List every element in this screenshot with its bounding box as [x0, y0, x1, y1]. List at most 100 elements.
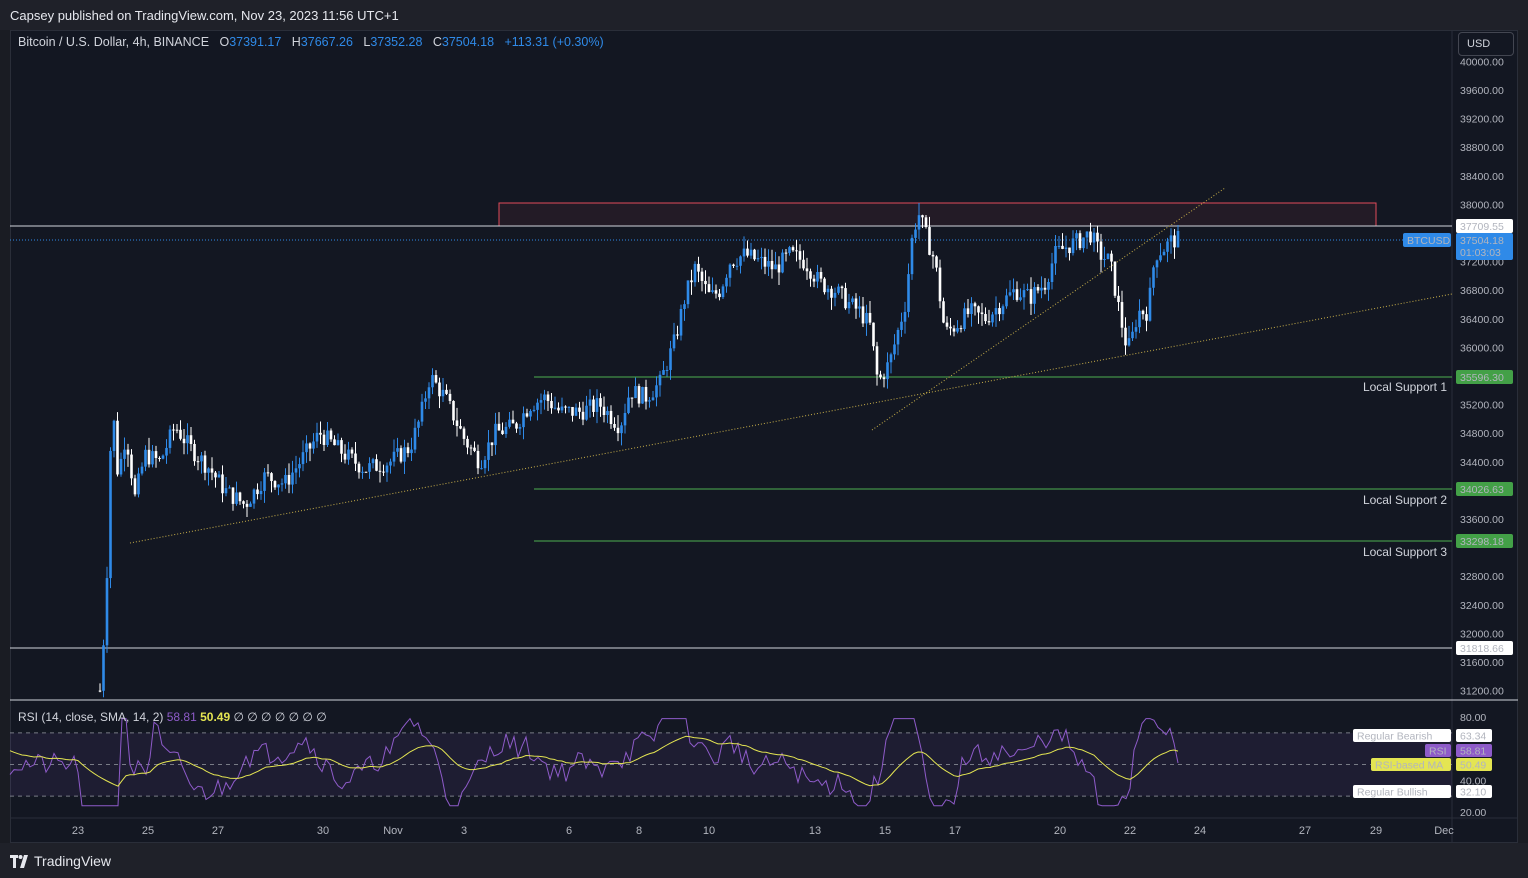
countdown: 01:03:03: [1460, 247, 1501, 259]
candle-body: [700, 271, 704, 281]
candle-body: [151, 451, 154, 465]
candle-body: [973, 303, 977, 307]
candle-body: [634, 386, 637, 399]
candle-body: [336, 440, 340, 446]
candle-body: [1026, 289, 1029, 291]
candle-body: [896, 329, 900, 345]
candle-body: [900, 321, 903, 330]
candle-body: [319, 432, 322, 435]
candle-body: [469, 447, 473, 449]
price-tick-label: 33600.00: [1460, 514, 1504, 526]
candle-body: [504, 426, 508, 435]
time-tick-label: 27: [1299, 825, 1311, 837]
candle-body: [1064, 247, 1068, 249]
candle-body: [571, 406, 574, 416]
candle-body: [1061, 245, 1064, 249]
candle-body: [826, 288, 830, 293]
candle-body: [214, 472, 217, 478]
candle-body: [1082, 237, 1085, 249]
candle-body: [1078, 233, 1082, 249]
price-tick-label: 34400.00: [1460, 457, 1504, 469]
candle-body: [270, 473, 273, 482]
time-tick-label: 25: [142, 825, 154, 837]
candle-body: [963, 308, 966, 330]
candle-body: [581, 411, 585, 420]
currency-button[interactable]: USD: [1458, 32, 1514, 56]
high-label: H: [291, 35, 301, 49]
candle-body: [991, 314, 994, 323]
candle-body: [938, 267, 942, 302]
candle-body: [200, 455, 203, 462]
candle-body: [658, 374, 662, 386]
candle-body: [235, 492, 238, 504]
close-label: C: [432, 35, 442, 49]
candle-body: [1117, 295, 1120, 303]
candle-body: [175, 429, 179, 431]
support2-label: Local Support 2: [1363, 493, 1447, 507]
candle-body: [767, 260, 770, 267]
candle-body: [1138, 310, 1141, 328]
candle-body: [186, 435, 189, 444]
candle-body: [550, 400, 553, 409]
candle-body: [1029, 289, 1033, 304]
candle-body: [1040, 287, 1043, 291]
candle-body: [910, 237, 914, 275]
lower_white-price: 31818.66: [1460, 643, 1504, 655]
candle-body: [921, 215, 924, 218]
candle-body: [669, 348, 672, 371]
candle-body: [259, 490, 263, 495]
candle-body: [284, 474, 287, 484]
rsi-legend-title[interactable]: RSI (14, close, SMA, 14, 2): [18, 710, 163, 724]
time-tick-label: 29: [1370, 825, 1382, 837]
tradingview-logo[interactable]: TradingView: [10, 853, 111, 869]
candle-body: [410, 449, 413, 454]
candle-body: [364, 471, 368, 473]
time-tick-label: 23: [72, 825, 84, 837]
candle-body: [424, 398, 427, 402]
candle-body: [1005, 295, 1008, 307]
candle-body: [819, 272, 823, 279]
candle-body: [1022, 290, 1026, 298]
symbol-legend[interactable]: Bitcoin / U.S. Dollar, 4h, BINANCE O3739…: [18, 35, 604, 49]
price-tick-label: 32000.00: [1460, 628, 1504, 640]
candle-body: [466, 438, 469, 448]
candle-body: [494, 423, 497, 446]
candle-body: [809, 271, 812, 279]
candle-body: [847, 302, 851, 309]
candle-body: [560, 406, 564, 411]
candle-body: [795, 250, 798, 252]
candle-body: [970, 303, 973, 315]
rsi-value-rsi: 58.81: [1460, 746, 1486, 758]
candle-body: [1127, 338, 1131, 346]
time-tick-label: 27: [212, 825, 224, 837]
candle-body: [497, 423, 501, 431]
candle-body: [907, 274, 910, 312]
candle-body: [116, 420, 119, 475]
candle-body: [984, 314, 987, 322]
candle-body: [595, 398, 599, 412]
candle-body: [812, 278, 816, 282]
time-tick-label: 22: [1124, 825, 1136, 837]
candle-body: [224, 488, 228, 494]
candle-body: [529, 410, 532, 417]
symbol-name[interactable]: Bitcoin / U.S. Dollar, 4h, BINANCE: [18, 35, 209, 49]
candle-body: [249, 503, 252, 507]
candle-body: [606, 410, 609, 416]
candle-body: [1043, 287, 1047, 290]
chart-canvas[interactable]: 40000.00 39600.00 39200.00 38800.00 38400.00…: [0, 0, 1528, 878]
candle-body: [914, 229, 917, 238]
candle-body: [805, 268, 809, 272]
ticker-label: BTCUSD: [1407, 235, 1451, 247]
candle-body: [840, 286, 844, 289]
rsi-legend[interactable]: RSI (14, close, SMA, 14, 2) 58.81 50.49 …: [18, 710, 327, 724]
candle-body: [207, 468, 210, 473]
open-label: O: [219, 35, 230, 49]
candle-body: [893, 344, 896, 355]
candle-body: [557, 407, 560, 411]
candle-body: [501, 430, 504, 435]
candle-body: [714, 290, 718, 294]
candle-body: [343, 453, 347, 460]
candle-body: [427, 387, 431, 399]
time-tick-label: 30: [317, 825, 329, 837]
candle-body: [298, 464, 301, 469]
